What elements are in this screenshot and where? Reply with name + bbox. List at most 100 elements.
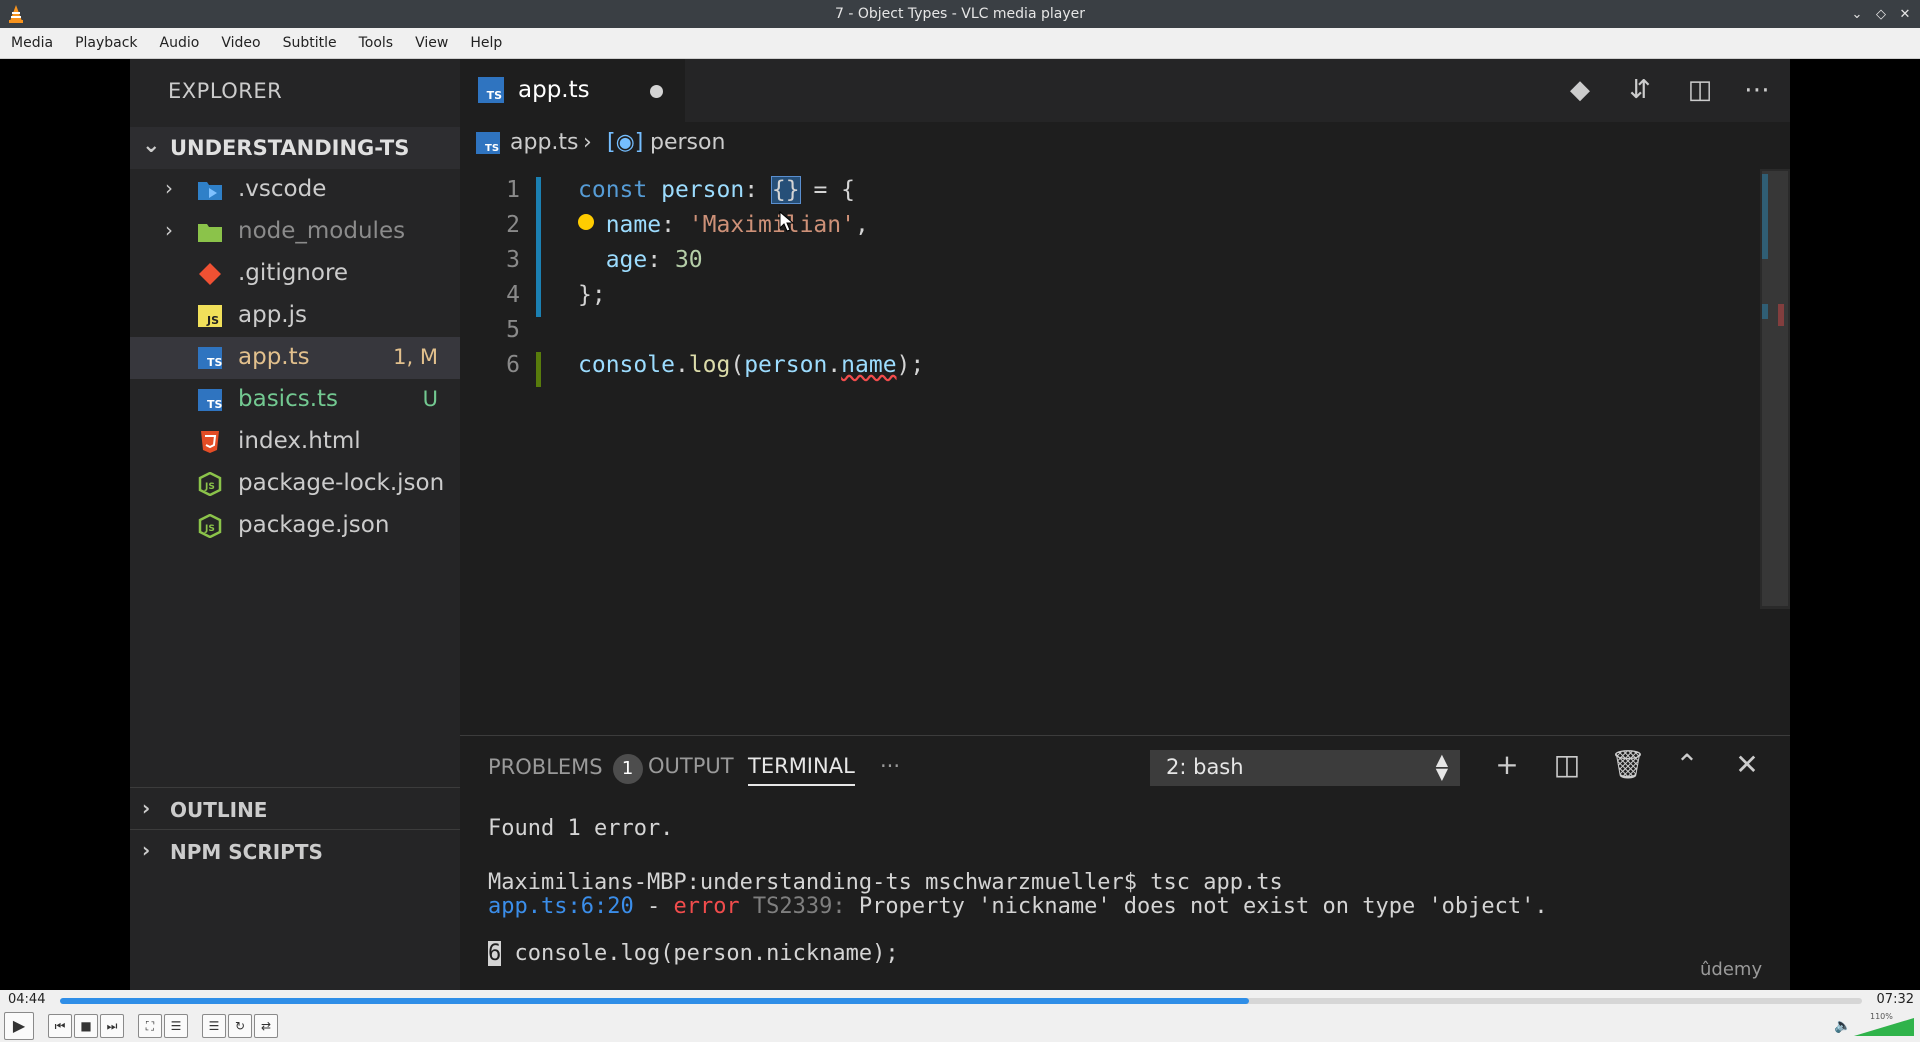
code-line: 1 const person: {} = { bbox=[460, 176, 1360, 212]
previous-icon[interactable]: ⏮ bbox=[48, 1014, 72, 1038]
vscode-folder-icon bbox=[198, 182, 222, 200]
project-folder: ⌄ UNDERSTANDING-TS bbox=[130, 127, 460, 169]
svg-text:JS: JS bbox=[204, 482, 215, 492]
menu-audio[interactable]: Audio bbox=[149, 35, 211, 51]
menu-tools[interactable]: Tools bbox=[348, 35, 405, 51]
code-editor[interactable]: 1 const person: {} = { 2 name: 'Maximili… bbox=[460, 169, 1790, 569]
volume-control[interactable]: 🔈 110% bbox=[1834, 1012, 1914, 1040]
menu-video[interactable]: Video bbox=[210, 35, 271, 51]
menu-subtitle[interactable]: Subtitle bbox=[272, 35, 348, 51]
error-location: app.ts:6:20 bbox=[488, 894, 634, 919]
volume-label: 110% bbox=[1870, 1012, 1893, 1021]
tab-problems[interactable]: PROBLEMS 1 bbox=[488, 754, 643, 784]
line-number: 6 bbox=[506, 352, 520, 378]
project-name: UNDERSTANDING-TS bbox=[170, 136, 410, 160]
file-name: app.ts bbox=[238, 344, 310, 370]
close-panel-icon[interactable]: ✕ bbox=[1730, 748, 1764, 782]
speaker-icon[interactable]: 🔈 bbox=[1834, 1018, 1851, 1034]
line-number: 1 bbox=[506, 177, 520, 203]
bottom-panel: PROBLEMS 1 OUTPUT TERMINAL ··· 2: bash ▲ ▼… bbox=[460, 735, 1790, 990]
window-title: 7 - Object Types - VLC media player bbox=[835, 6, 1085, 22]
panel-tabs: PROBLEMS 1 OUTPUT TERMINAL ··· 2: bash ▲ ▼… bbox=[460, 736, 1790, 796]
loop-icon[interactable]: ↻ bbox=[228, 1014, 252, 1038]
tab-problems-label: PROBLEMS bbox=[488, 755, 603, 779]
menu-playback[interactable]: Playback bbox=[64, 35, 148, 51]
node-folder-icon bbox=[198, 224, 222, 242]
stop-icon[interactable]: ■ bbox=[74, 1014, 98, 1038]
menu-media[interactable]: Media bbox=[0, 35, 64, 51]
symbol-variable-icon: [◉] bbox=[607, 130, 644, 155]
file-name: app.js bbox=[238, 302, 307, 328]
gutter-modified bbox=[536, 212, 541, 247]
seek-progress bbox=[60, 998, 1250, 1004]
line-number: 3 bbox=[506, 247, 520, 273]
error-code: TS2339: bbox=[739, 894, 846, 919]
playlist-icon[interactable]: ☰ bbox=[202, 1014, 226, 1038]
close-icon[interactable]: ✕ bbox=[1896, 5, 1914, 23]
editor-tab-bar: TS app.ts ◆ ⇵ ◫ ⋯ bbox=[460, 59, 1790, 122]
code-line: 3 age: 30 bbox=[460, 247, 1360, 282]
split-terminal-icon[interactable]: ◫ bbox=[1550, 748, 1584, 782]
chevron-right-icon: › bbox=[165, 176, 173, 200]
current-time: 04:44 bbox=[8, 992, 46, 1007]
next-icon[interactable]: ⏭ bbox=[100, 1014, 124, 1038]
nodejs-icon: JS bbox=[198, 472, 222, 496]
chevron-right-icon: › bbox=[165, 218, 173, 242]
chevron-up-icon[interactable]: ⌃ bbox=[1670, 748, 1704, 782]
terminal-select[interactable]: 2: bash ▲ ▼ bbox=[1150, 750, 1460, 786]
npm-scripts-label: NPM SCRIPTS bbox=[170, 840, 323, 864]
chevron-down-icon: ⌄ bbox=[142, 133, 161, 158]
play-icon[interactable]: ▶ bbox=[4, 1012, 34, 1040]
ts-file-icon: TS bbox=[475, 130, 501, 162]
code-token: person bbox=[661, 177, 745, 203]
file-badge: 1, M bbox=[393, 345, 438, 369]
minimize-icon[interactable]: ⌄ bbox=[1848, 5, 1866, 23]
fullscreen-icon[interactable]: ⛶ bbox=[138, 1014, 162, 1038]
seek-slider[interactable] bbox=[60, 998, 1862, 1004]
shuffle-icon[interactable]: ⇄ bbox=[254, 1014, 278, 1038]
html5-icon bbox=[201, 431, 219, 453]
terminal-line: app.ts:6:20 - error TS2339: Property 'ni… bbox=[488, 894, 1548, 919]
code-line: 2 name: 'Maximilian', bbox=[460, 210, 1360, 247]
code-token: console bbox=[578, 352, 675, 378]
line-number: 4 bbox=[506, 282, 520, 308]
lightbulb-icon[interactable] bbox=[578, 214, 594, 230]
error-message: Property 'nickname' does not exist on ty… bbox=[845, 894, 1548, 919]
file-item: JS app.js bbox=[130, 295, 460, 337]
player-controls: ▶ ⏮ ■ ⏭ ⛶ ☰ ☰ ↻ ⇄ 🔈 110% bbox=[0, 1010, 1920, 1042]
updown-arrows-icon: ▲ ▼ bbox=[1435, 750, 1448, 783]
explorer-sidebar: EXPLORER ⌄ UNDERSTANDING-TS › .vscode › … bbox=[130, 59, 460, 990]
svg-text:TS: TS bbox=[207, 356, 223, 369]
editor-tab: TS app.ts bbox=[460, 59, 685, 122]
chevron-right-icon: › bbox=[142, 838, 151, 862]
terminal-token: console.log(person.nickname); bbox=[501, 941, 899, 966]
terminal-output[interactable]: Found 1 error. Maximilians-MBP:understan… bbox=[488, 816, 1548, 966]
file-item: › node_modules bbox=[130, 211, 460, 253]
file-name: basics.ts bbox=[238, 386, 339, 412]
code-token: = { bbox=[799, 177, 855, 203]
gutter-modified bbox=[536, 282, 541, 317]
add-terminal-icon[interactable]: + bbox=[1490, 748, 1524, 782]
video-area[interactable]: EXPLORER ⌄ UNDERSTANDING-TS › .vscode › … bbox=[0, 59, 1920, 990]
code-token: log bbox=[688, 352, 731, 378]
problems-count-badge: 1 bbox=[612, 754, 643, 784]
file-item: JS package-lock.json bbox=[130, 463, 460, 505]
trash-icon[interactable]: 🗑 bbox=[1610, 748, 1646, 782]
git-diamond-icon: ◆ bbox=[1570, 75, 1590, 105]
vscode-frame: EXPLORER ⌄ UNDERSTANDING-TS › .vscode › … bbox=[130, 59, 1790, 990]
code-line: 6 console.log(person.name); bbox=[460, 352, 1360, 387]
tab-output[interactable]: OUTPUT bbox=[648, 754, 734, 778]
extended-settings-icon[interactable]: ☰ bbox=[164, 1014, 188, 1038]
editor-scrollbar[interactable] bbox=[1762, 171, 1788, 606]
menu-help[interactable]: Help bbox=[459, 35, 513, 51]
error-label: error bbox=[673, 894, 740, 919]
maximize-icon[interactable]: ◇ bbox=[1872, 5, 1890, 23]
tab-terminal[interactable]: TERMINAL bbox=[748, 754, 855, 786]
menu-view[interactable]: View bbox=[404, 35, 459, 51]
file-item: TS basics.ts U bbox=[130, 379, 460, 421]
file-item-selected[interactable]: TS app.ts 1, M bbox=[130, 337, 460, 379]
more-tabs-icon[interactable]: ··· bbox=[880, 754, 900, 778]
code-line: 5 bbox=[460, 317, 1360, 352]
line-number: 5 bbox=[506, 317, 520, 343]
unsaved-dot-icon bbox=[650, 85, 663, 98]
